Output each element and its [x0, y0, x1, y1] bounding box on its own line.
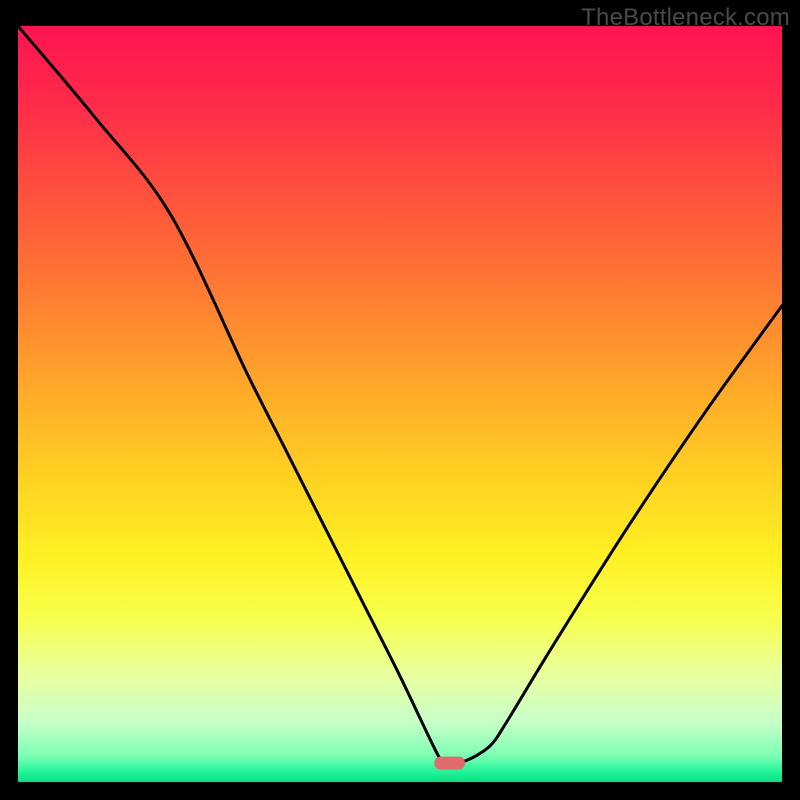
gradient-background — [18, 26, 782, 782]
watermark-text: TheBottleneck.com — [581, 4, 790, 32]
chart-svg — [18, 26, 782, 782]
optimal-marker — [434, 757, 465, 770]
chart-frame: TheBottleneck.com — [0, 0, 800, 800]
plot-area — [18, 26, 782, 782]
